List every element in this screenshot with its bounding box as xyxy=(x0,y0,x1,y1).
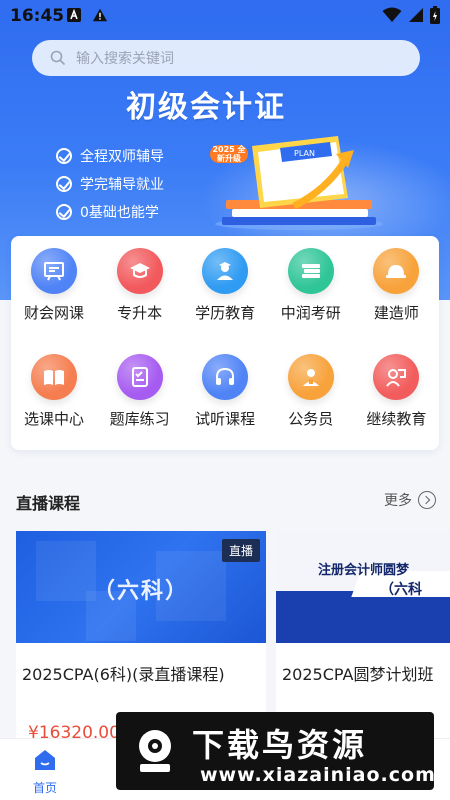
category-label: 继续教育 xyxy=(366,410,427,428)
category-icon-circle xyxy=(202,248,249,294)
live-tag: 直播 xyxy=(221,539,260,562)
category-item[interactable]: 题库练习 xyxy=(97,354,183,429)
warning-icon xyxy=(92,8,108,22)
more-link[interactable]: 更多 xyxy=(384,490,436,510)
category-item[interactable]: 继续教育 xyxy=(353,354,439,429)
feature-label: 学完辅导就业 xyxy=(80,177,164,193)
home-icon xyxy=(35,750,55,770)
lecture-icon xyxy=(386,369,407,387)
category-label: 财会网课 xyxy=(23,304,84,322)
more-label: 更多 xyxy=(384,493,412,509)
books-icon xyxy=(301,264,320,278)
feature-label: 0基础也能学 xyxy=(80,205,159,221)
category-item[interactable]: 专升本 xyxy=(97,248,183,323)
course-thumb-title: （六科） xyxy=(92,579,189,604)
course-thumbnail: （六科） 直播 xyxy=(16,531,266,643)
category-item[interactable]: 公务员 xyxy=(268,354,354,429)
checklist-icon xyxy=(131,367,148,387)
category-icon-circle xyxy=(202,354,249,400)
battery-icon xyxy=(430,6,440,24)
check-icon xyxy=(56,148,72,164)
status-time: 16:45 xyxy=(10,6,65,26)
search-placeholder: 输入搜索关键词 xyxy=(76,51,174,67)
category-label: 建造师 xyxy=(373,304,419,322)
status-bar: 16:45 xyxy=(0,0,450,32)
nav-home[interactable]: 首页 xyxy=(20,747,70,796)
category-label: 专升本 xyxy=(117,304,163,322)
course-name: 2025CPA(6科)(录直播课程) xyxy=(22,665,225,684)
course-thumb-line1: 注册会计师圆梦 xyxy=(318,563,410,578)
calendar-plan-label: PLAN xyxy=(294,149,315,158)
category-icon-circle xyxy=(373,354,420,400)
category-label: 中润考研 xyxy=(280,304,341,322)
watermark: 下载鸟资源 www.xiazainiao.com xyxy=(116,712,436,790)
watermark-title: 下载鸟资源 xyxy=(192,726,368,764)
category-item[interactable]: 选课中心 xyxy=(11,354,97,429)
category-icon-circle xyxy=(287,248,334,294)
open-book-icon xyxy=(44,370,64,385)
course-thumb-line2: （六科 xyxy=(380,582,422,598)
check-icon xyxy=(56,204,72,220)
headphones-icon xyxy=(216,367,235,385)
course-thumbnail: 注册会计师圆梦 （六科 xyxy=(276,531,450,643)
category-label: 试听课程 xyxy=(195,410,256,428)
feature-item: 学完辅导就业 xyxy=(56,170,164,198)
category-icon-circle xyxy=(116,248,163,294)
blackboard-icon xyxy=(44,262,64,281)
category-icon-circle xyxy=(116,354,163,400)
feature-item: 0基础也能学 xyxy=(56,198,164,226)
category-card: 财会网课 专升本 学历教育 中润考研 建造师选课中心 题库练习 试听课程 公务员 继续教育 xyxy=(11,236,439,450)
thumb-band xyxy=(276,591,450,643)
badge-2025: 2025 全新升级 xyxy=(210,145,248,163)
category-item[interactable]: 试听课程 xyxy=(182,354,268,429)
chevron-right-icon xyxy=(418,491,436,509)
category-label: 学历教育 xyxy=(195,304,256,322)
category-icon-circle xyxy=(373,248,420,294)
watermark-logo-icon xyxy=(139,730,171,772)
check-icon xyxy=(56,176,72,192)
civil-servant-icon xyxy=(302,369,319,386)
feature-item: 全程双师辅导 xyxy=(56,142,164,170)
watermark-url: www.xiazainiao.com xyxy=(200,764,436,786)
banner-features: 全程双师辅导 学完辅导就业 0基础也能学 xyxy=(56,142,164,226)
category-item[interactable]: 学历教育 xyxy=(182,248,268,323)
category-icon-circle xyxy=(31,248,77,294)
app-notification-icon xyxy=(67,8,81,22)
nav-home-label: 首页 xyxy=(32,781,57,795)
category-item[interactable]: 建造师 xyxy=(353,248,439,323)
section-title: 直播课程 xyxy=(16,494,81,513)
category-icon-circle xyxy=(31,354,77,400)
calendar-illustration: PLAN xyxy=(252,136,354,210)
search-icon xyxy=(50,50,66,66)
category-label: 公务员 xyxy=(288,410,334,428)
category-label: 选课中心 xyxy=(23,410,84,428)
category-label: 题库练习 xyxy=(109,410,170,428)
graduation-cap-icon xyxy=(129,263,150,278)
helmet-icon xyxy=(386,265,407,278)
student-icon xyxy=(217,262,234,280)
wifi-icon xyxy=(382,7,402,22)
signal-icon xyxy=(409,8,423,22)
search-bar[interactable]: 输入搜索关键词 xyxy=(32,40,420,76)
category-grid: 财会网课 专升本 学历教育 中润考研 建造师选课中心 题库练习 试听课程 公务员 继续教育 xyxy=(11,236,439,450)
category-item[interactable]: 财会网课 xyxy=(11,248,97,323)
banner-title: 初级会计证 xyxy=(126,90,286,125)
category-icon-circle xyxy=(287,354,334,400)
feature-label: 全程双师辅导 xyxy=(80,149,164,165)
course-name: 2025CPA圆梦计划班 xyxy=(282,665,434,684)
live-section-header: 直播课程 更多 xyxy=(16,486,436,516)
category-item[interactable]: 中润考研 xyxy=(268,248,354,323)
status-right xyxy=(382,6,440,24)
